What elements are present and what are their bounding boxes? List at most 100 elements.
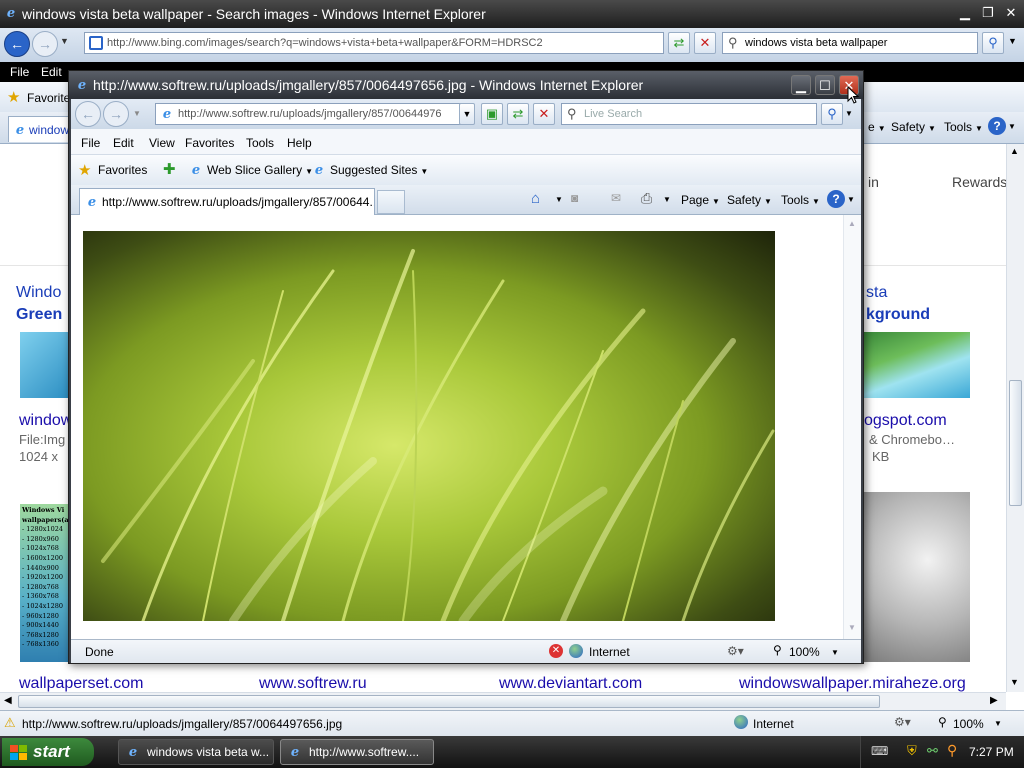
hscroll-thumb[interactable]: [18, 695, 880, 708]
refresh-button[interactable]: ⇄: [668, 32, 690, 54]
popup-menu-view[interactable]: View: [149, 136, 175, 150]
suggested-sites-link[interactable]: Suggested Sites ▼: [330, 163, 428, 177]
result-thumbnail-grayscale[interactable]: [864, 492, 970, 662]
mail-icon[interactable]: ✉: [611, 191, 621, 205]
print-dropdown-icon[interactable]: ▼: [663, 195, 671, 204]
popup-back-button[interactable]: ←: [75, 101, 101, 127]
bg-address-bar[interactable]: http://www.bing.com/images/search?q=wind…: [84, 32, 664, 54]
source-link-1[interactable]: wallpaperset.com: [19, 675, 144, 692]
popup-tools-menu[interactable]: Tools ▼: [781, 193, 820, 207]
popup-favorites-button[interactable]: Favorites: [98, 163, 147, 177]
popup-tab-active[interactable]: e http://www.softrew.ru/uploads/jmgaller…: [79, 188, 375, 215]
result-link-right[interactable]: ogspot.com: [864, 412, 947, 430]
bg-status-zoom[interactable]: 100%: [953, 717, 984, 731]
result-title-left[interactable]: Windo: [16, 284, 61, 302]
taskbar-item-popup[interactable]: e http://www.softrew....: [280, 739, 434, 765]
search-button[interactable]: ⚲: [982, 32, 1004, 54]
result-thumbnail-right[interactable]: [864, 332, 970, 398]
sign-in-link[interactable]: in: [868, 174, 879, 190]
bg-tab[interactable]: e windows: [8, 116, 70, 142]
keyboard-icon[interactable]: ⌨: [871, 744, 888, 758]
taskbar-item-search[interactable]: e windows vista beta w...: [118, 739, 274, 765]
source-link-4[interactable]: windowswallpaper.miraheze.org: [739, 675, 966, 692]
bg-toolbar-tools[interactable]: Tools ▼: [944, 120, 983, 134]
menu-file[interactable]: File: [10, 65, 29, 79]
help-dropdown-icon[interactable]: ▼: [1008, 122, 1016, 131]
home-icon[interactable]: ⌂: [531, 190, 540, 207]
bg-toolbar-more[interactable]: e ▼: [868, 120, 886, 134]
stop-button[interactable]: ✕: [694, 32, 716, 54]
popup-menu-help[interactable]: Help: [287, 136, 312, 150]
result-title-right[interactable]: sta: [866, 284, 887, 302]
popup-compat-button[interactable]: ▣: [481, 103, 503, 125]
popup-status-zoom[interactable]: 100%: [789, 645, 820, 659]
search-options-icon[interactable]: ▼: [1008, 36, 1017, 46]
web-slice-gallery-link[interactable]: Web Slice Gallery ▼: [207, 163, 313, 177]
popup-help-dropdown-icon[interactable]: ▼: [847, 195, 855, 204]
popup-history-dropdown-icon[interactable]: ▼: [133, 109, 141, 118]
horizontal-scrollbar[interactable]: ◀ ▶: [0, 692, 1006, 710]
source-link-2[interactable]: www.softrew.ru: [259, 675, 367, 692]
popup-zoom-dropdown-icon[interactable]: ▼: [831, 648, 839, 657]
popup-search-options-icon[interactable]: ▼: [845, 109, 853, 118]
popup-scroll-up-icon[interactable]: ▲: [848, 219, 856, 228]
popup-minimize-button[interactable]: ▁: [791, 75, 811, 95]
clock[interactable]: 7:27 PM: [969, 745, 1014, 759]
result-thumbnail-left[interactable]: [20, 332, 70, 398]
security-shield-icon[interactable]: ⛨: [907, 743, 917, 759]
help-icon[interactable]: ?: [988, 117, 1006, 135]
zoom-dropdown-icon[interactable]: ▼: [994, 719, 1002, 728]
close-button[interactable]: ✕: [1001, 4, 1021, 22]
network-icon[interactable]: ⚯: [927, 743, 938, 759]
result-link-left[interactable]: window: [19, 412, 72, 430]
popup-address-dropdown[interactable]: ▼: [459, 103, 475, 125]
popup-blocked-icon[interactable]: ✕: [549, 644, 563, 658]
popup-forward-button[interactable]: →: [103, 101, 129, 127]
popup-menu-favorites[interactable]: Favorites: [185, 136, 234, 150]
popup-menu-tools[interactable]: Tools: [246, 136, 274, 150]
add-favorites-icon[interactable]: ✚: [163, 160, 176, 178]
popup-search-input[interactable]: ⚲ Live Search: [561, 103, 817, 125]
popup-maximize-button[interactable]: ☐: [815, 75, 835, 95]
feeds-icon[interactable]: ◙: [571, 191, 578, 205]
scroll-thumb[interactable]: [1009, 380, 1022, 506]
scroll-down-icon[interactable]: ▼: [1010, 677, 1019, 687]
popup-search-button[interactable]: ⚲: [821, 103, 843, 125]
result-subtitle-left[interactable]: Green: [16, 306, 62, 324]
result-subtitle-right[interactable]: kground: [866, 306, 930, 324]
home-dropdown-icon[interactable]: ▼: [555, 195, 563, 204]
popup-page-menu[interactable]: Page ▼: [681, 193, 720, 207]
scroll-up-icon[interactable]: ▲: [1010, 146, 1019, 156]
popup-stop-button[interactable]: ✕: [533, 103, 555, 125]
popup-address-bar[interactable]: e http://www.softrew.ru/uploads/jmgaller…: [155, 103, 461, 125]
popup-menu-edit[interactable]: Edit: [113, 136, 134, 150]
history-dropdown-icon[interactable]: ▼: [60, 36, 69, 46]
forward-button[interactable]: →: [32, 31, 58, 57]
popup-safety-menu[interactable]: Safety ▼: [727, 193, 772, 207]
protected-mode-icon[interactable]: ⚙▾: [894, 715, 911, 729]
popup-protected-mode-icon[interactable]: ⚙▾: [727, 644, 744, 658]
back-button[interactable]: ←: [4, 31, 30, 57]
minimize-button[interactable]: ▁: [955, 4, 975, 22]
rewards-link[interactable]: Rewards: [952, 174, 1007, 190]
vertical-scrollbar[interactable]: ▲ ▼: [1006, 144, 1024, 692]
bg-search-input[interactable]: ⚲ windows vista beta wallpaper: [722, 32, 978, 54]
popup-help-icon[interactable]: ?: [827, 190, 845, 208]
source-link-3[interactable]: www.deviantart.com: [499, 675, 642, 692]
maximize-button[interactable]: ❐: [978, 4, 998, 22]
print-icon[interactable]: ⎙: [641, 190, 652, 207]
start-button[interactable]: start: [2, 738, 94, 766]
wallpaper-image[interactable]: [83, 231, 775, 621]
search-tray-icon[interactable]: ⚲: [947, 742, 957, 759]
new-tab-button[interactable]: [377, 190, 405, 214]
scroll-left-icon[interactable]: ◀: [4, 695, 12, 706]
scroll-right-icon[interactable]: ▶: [990, 695, 998, 706]
popup-scroll-down-icon[interactable]: ▼: [848, 623, 856, 632]
result-thumbnail-resolutions[interactable]: Windows Vi wallpapers(a - 1280x1024- 1280x…: [20, 504, 70, 662]
popup-vertical-scrollbar[interactable]: ▲ ▼: [843, 215, 861, 639]
popup-refresh-button[interactable]: ⇄: [507, 103, 529, 125]
bg-toolbar-safety[interactable]: Safety ▼: [891, 120, 936, 134]
bg-favorites-label[interactable]: Favorite: [27, 91, 70, 105]
popup-menu-file[interactable]: File: [81, 136, 100, 150]
menu-edit[interactable]: Edit: [41, 65, 62, 79]
